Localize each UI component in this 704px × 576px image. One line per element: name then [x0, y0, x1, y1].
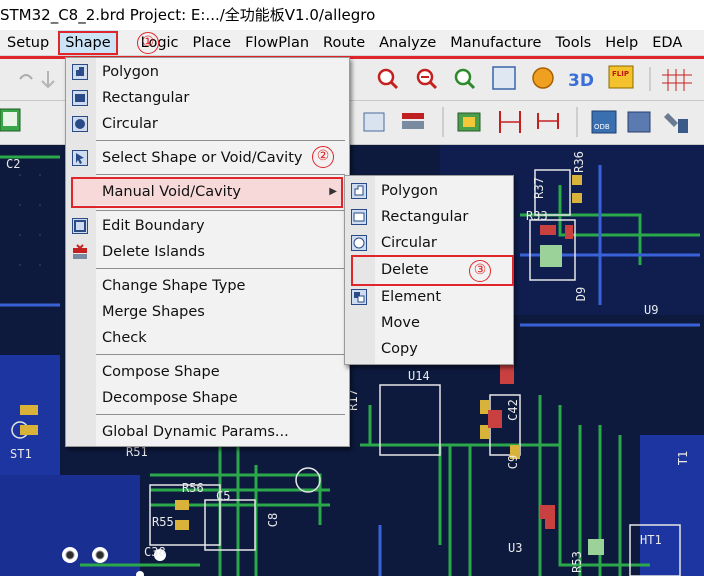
menu-item-select-shape[interactable]: Select Shape or Void/Cavity — [66, 145, 349, 171]
submenu-item-move[interactable]: Move — [345, 310, 513, 336]
menu-separator — [96, 210, 345, 211]
menu-manufacture[interactable]: Manufacture — [443, 30, 548, 55]
label-u9: U9 — [644, 303, 659, 317]
menu-separator — [96, 354, 345, 355]
submenu-item-polygon[interactable]: Polygon — [345, 178, 513, 204]
menu-analyze[interactable]: Analyze — [372, 30, 443, 55]
void-polygon-icon — [351, 183, 367, 199]
svg-text:ODB: ODB — [594, 123, 610, 131]
label-st1: ST1 — [10, 447, 32, 461]
step-3-marker: ③ — [469, 260, 491, 282]
void-submenu: Polygon Rectangular Circular Delete ③ El… — [344, 175, 514, 365]
menu-separator — [96, 140, 345, 141]
window-title: STM32_C8_2.brd Project: E:.../全功能板V1.0/a… — [0, 0, 704, 30]
label-c2: C2 — [6, 157, 21, 171]
label-u3: U3 — [508, 541, 523, 555]
label-c9: C9 — [506, 454, 521, 470]
label-r53: R53 — [569, 551, 584, 573]
svg-text:3D: 3D — [568, 71, 594, 91]
void-circle-icon — [351, 235, 367, 251]
menu-item-global-dynamic-params[interactable]: Global Dynamic Params... — [66, 419, 349, 445]
menu-tools[interactable]: Tools — [548, 30, 598, 55]
menu-help[interactable]: Help — [598, 30, 645, 55]
label-r51: R51 — [126, 445, 148, 459]
label-c8: C8 — [266, 512, 281, 528]
label-d9: D9 — [574, 286, 589, 302]
submenu-item-element[interactable]: Element — [345, 284, 513, 310]
menu-separator — [96, 174, 345, 175]
void-element-icon — [351, 289, 367, 305]
menu-setup[interactable]: Setup — [0, 30, 56, 55]
menu-flowplan[interactable]: FlowPlan — [238, 30, 316, 55]
void-rectangle-icon — [351, 209, 367, 225]
step-1-marker: ① — [137, 32, 159, 54]
submenu-item-rectangular[interactable]: Rectangular — [345, 204, 513, 230]
label-r37: R37 — [531, 177, 546, 199]
polygon-icon — [72, 64, 88, 80]
submenu-item-circular[interactable]: Circular — [345, 230, 513, 256]
menu-item-decompose-shape[interactable]: Decompose Shape — [66, 385, 349, 411]
shape-menu: Polygon Rectangular Circular Select Shap… — [65, 57, 350, 447]
select-shape-icon — [72, 150, 88, 166]
zoom-fit-icon — [377, 68, 399, 90]
menu-item-delete-islands[interactable]: Delete Islands — [66, 239, 349, 265]
menu-item-merge-shapes[interactable]: Merge Shapes — [66, 299, 349, 325]
menu-item-compose-shape[interactable]: Compose Shape — [66, 359, 349, 385]
menu-route[interactable]: Route — [316, 30, 372, 55]
menu-eda[interactable]: EDA — [645, 30, 689, 55]
menu-item-edit-boundary[interactable]: Edit Boundary — [66, 213, 349, 239]
menu-bar: Setup Shape Logic Place FlowPlan Route A… — [0, 30, 704, 56]
menu-item-change-shape-type[interactable]: Change Shape Type — [66, 273, 349, 299]
menu-item-check[interactable]: Check — [66, 325, 349, 351]
menu-item-rectangular[interactable]: Rectangular — [66, 85, 349, 111]
menu-place[interactable]: Place — [186, 30, 239, 55]
label-r33: R33 — [526, 209, 548, 223]
label-c5: C5 — [216, 489, 231, 503]
label-ht1: HT1 — [640, 533, 662, 547]
svg-text:FLIP: FLIP — [612, 70, 629, 78]
menu-item-polygon[interactable]: Polygon — [66, 59, 349, 85]
menu-item-circular[interactable]: Circular — [66, 111, 349, 137]
rectangle-icon — [72, 90, 88, 106]
edit-boundary-icon — [72, 218, 88, 234]
manual-void-highlight — [71, 177, 343, 208]
label-c42: C42 — [505, 399, 520, 421]
menu-separator — [96, 268, 345, 269]
label-u14: U14 — [408, 369, 430, 383]
label-r55: R55 — [152, 515, 174, 529]
submenu-item-copy[interactable]: Copy — [345, 336, 513, 362]
menu-separator — [96, 414, 345, 415]
delete-islands-icon — [73, 244, 87, 259]
label-c38: C38 — [144, 545, 166, 559]
label-r36: R36 — [571, 151, 586, 173]
label-t1: T1 — [676, 450, 691, 466]
label-r56: R56 — [182, 481, 204, 495]
menu-shape[interactable]: Shape — [58, 30, 119, 55]
circle-icon — [72, 116, 88, 132]
step-2-marker: ② — [312, 146, 334, 168]
